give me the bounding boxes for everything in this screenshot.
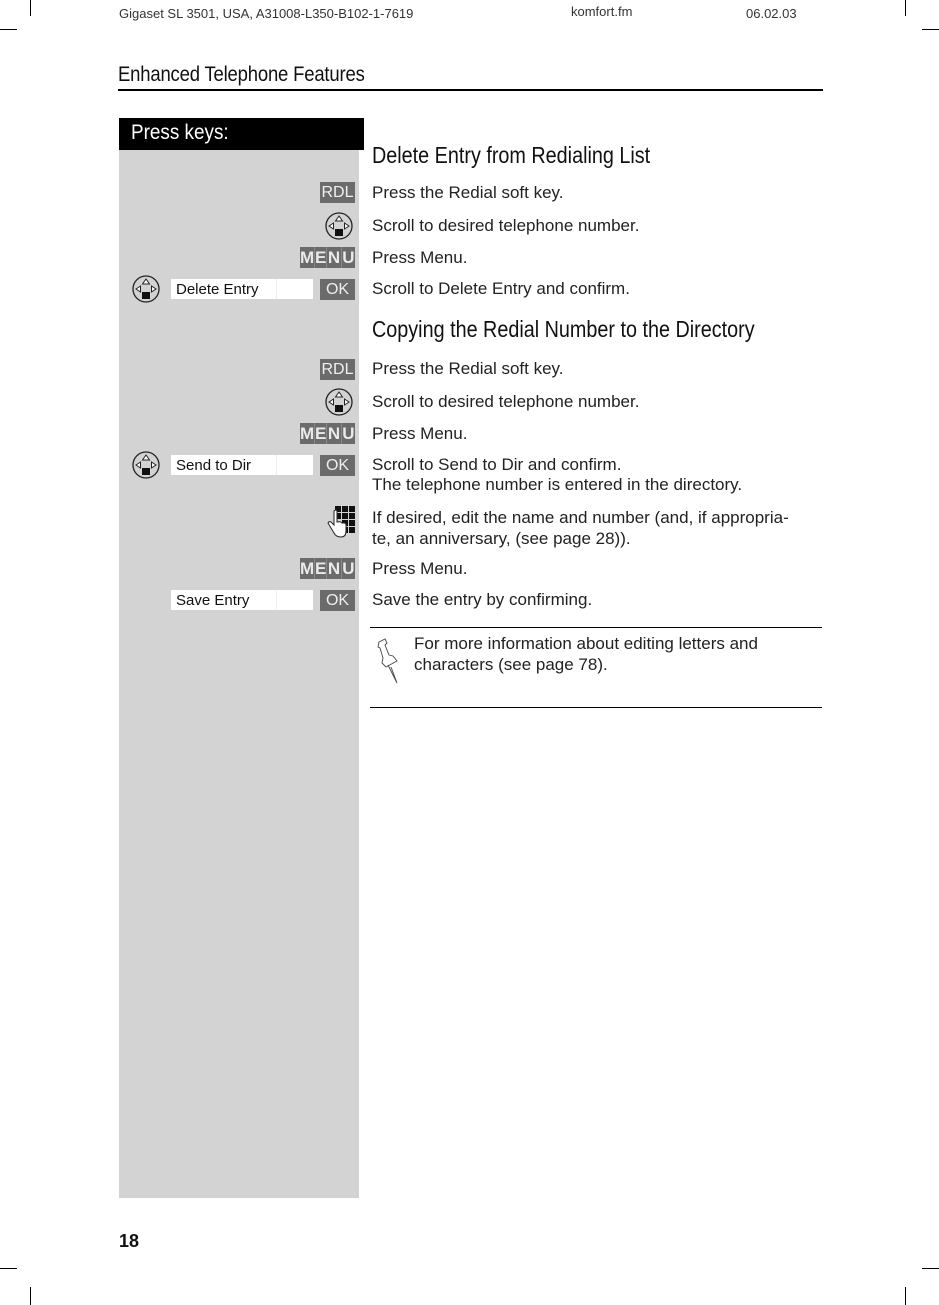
crop-mark: [922, 1268, 939, 1269]
step-text: Press Menu.: [372, 248, 468, 267]
step-text: Scroll to desired telephone number.: [372, 392, 640, 411]
menu-key: MENU: [300, 558, 355, 579]
rdl-key: RDL: [320, 182, 355, 203]
crop-mark: [922, 29, 939, 30]
crop-mark: [30, 0, 31, 16]
crop-mark: [30, 1287, 31, 1305]
ok-key: OK: [320, 455, 355, 476]
step-text: Press Menu.: [372, 559, 468, 578]
menu-key: MENU: [300, 423, 355, 444]
keys-column-header: Press keys:: [119, 118, 364, 150]
title-rule: [118, 89, 823, 91]
step-text: Scroll to Delete Entry and confirm.: [372, 279, 630, 298]
step-text-2: The telephone number is entered in the d…: [372, 475, 743, 494]
ok-key: OK: [320, 279, 355, 300]
keys-column: [119, 150, 359, 1198]
note-bottom-rule: [370, 707, 822, 708]
keys-header-label: Press keys:: [131, 121, 229, 144]
section-title: Enhanced Telephone Features: [118, 63, 365, 86]
crop-mark: [0, 1268, 17, 1269]
step-text: Press the Redial soft key.: [372, 359, 564, 378]
step-text: If desired, edit the name and number (an…: [372, 508, 789, 527]
crop-mark: [905, 0, 906, 16]
nav-key-icon: [132, 275, 160, 303]
file-name: komfort.fm: [571, 4, 633, 19]
note-line-2: characters (see page 78).: [414, 655, 608, 674]
note-line-1: For more information about editing lette…: [414, 634, 758, 653]
step-text: Press the Redial soft key.: [372, 183, 564, 202]
pushpin-icon: [377, 638, 398, 684]
ok-key: OK: [320, 590, 355, 611]
nav-key-icon: [325, 212, 353, 240]
nav-key-icon: [132, 451, 160, 479]
step-text: Save the entry by confirming.: [372, 590, 593, 609]
menu-key: MENU: [300, 247, 355, 268]
crop-mark: [0, 29, 17, 30]
step-text: Scroll to Send to Dir and confirm.: [372, 455, 622, 474]
step-text: Press Menu.: [372, 424, 468, 443]
crop-mark: [905, 1287, 906, 1305]
rdl-key: RDL: [320, 359, 355, 380]
display-send-to-dir: Send to Dir: [171, 455, 313, 475]
keypad-icon: [327, 506, 355, 538]
nav-key-icon: [325, 388, 353, 416]
step-text: Scroll to desired telephone number.: [372, 216, 640, 235]
heading-delete-entry: Delete Entry from Redialing List: [372, 142, 651, 168]
step-text-2: te, an anniversary, (see page 28)).: [372, 529, 631, 548]
heading-copy-redial: Copying the Redial Number to the Directo…: [372, 316, 755, 342]
doc-id: Gigaset SL 3501, USA, A31008-L350-B102-1…: [119, 6, 414, 21]
display-save-entry: Save Entry: [171, 590, 313, 610]
display-delete-entry: Delete Entry: [171, 279, 313, 299]
page-number: 18: [119, 1231, 140, 1251]
doc-date: 06.02.03: [746, 6, 797, 21]
note-top-rule: [370, 627, 822, 628]
